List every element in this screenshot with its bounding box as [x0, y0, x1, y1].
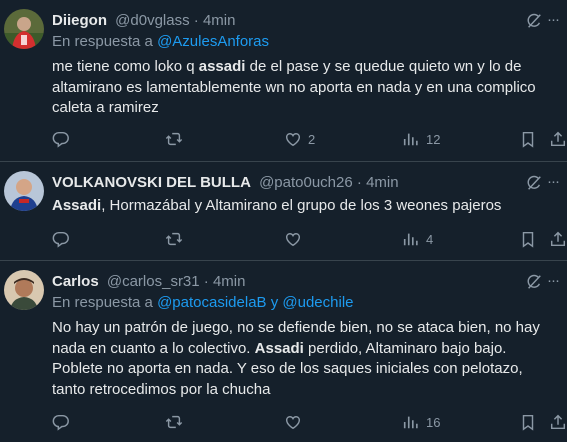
retweet-button[interactable]	[165, 129, 183, 149]
retweet-button[interactable]	[165, 412, 183, 432]
more-options-icon[interactable]: ···	[547, 172, 561, 192]
like-button[interactable]: 2	[284, 129, 315, 149]
share-button[interactable]	[549, 129, 567, 149]
more-options-icon[interactable]: ···	[547, 271, 561, 291]
more-options-icon[interactable]: ···	[547, 10, 561, 30]
share-icon	[550, 231, 566, 247]
bookmark-icon	[522, 414, 534, 431]
like-button[interactable]	[284, 229, 302, 249]
reply-icon	[52, 231, 69, 248]
grok-icon[interactable]	[525, 12, 543, 30]
highlighted-term: assadi	[198, 58, 246, 75]
reply-icon	[52, 131, 69, 148]
avatar[interactable]	[4, 9, 44, 49]
timestamp[interactable]: 4min	[366, 174, 399, 191]
views-button[interactable]: 12	[402, 129, 440, 149]
views-icon	[403, 416, 418, 429]
share-icon	[550, 414, 566, 430]
tweet-text-part: , Hormazábal y Altamirano el grupo de lo…	[101, 197, 502, 214]
reply-mention[interactable]: @udechile	[282, 294, 353, 311]
heart-icon	[285, 233, 301, 247]
display-name[interactable]: Carlos	[52, 273, 99, 290]
reply-prefix: En respuesta a	[52, 33, 153, 50]
bookmark-button[interactable]	[519, 229, 537, 249]
tweet-text: Assadi, Hormazábal y Altamirano el grupo…	[52, 196, 555, 217]
share-button[interactable]	[549, 229, 567, 249]
tweet-header: Diiegon @d0vglass · 4min	[52, 11, 567, 31]
reply-button[interactable]	[52, 129, 70, 149]
avatar[interactable]	[4, 270, 44, 310]
tweet-actions: 4	[52, 229, 567, 249]
share-icon	[550, 131, 566, 147]
share-button[interactable]	[549, 412, 567, 432]
tweet[interactable]: VOLKANOVSKI DEL BULLA @pato0uch26 · 4min…	[0, 162, 567, 261]
separator-dot: ·	[203, 273, 209, 290]
reply-button[interactable]	[52, 412, 70, 432]
tweet-text: No hay un patrón de juego, no se defiend…	[52, 318, 555, 400]
grok-icon[interactable]	[525, 273, 543, 291]
view-count: 4	[426, 231, 434, 247]
tweet[interactable]: Diiegon @d0vglass · 4min ··· En respuest…	[0, 0, 567, 162]
user-handle[interactable]: @pato0uch26	[259, 174, 353, 191]
views-button[interactable]: 16	[402, 412, 440, 432]
view-count: 16	[426, 414, 441, 430]
timestamp[interactable]: 4min	[203, 12, 236, 29]
bookmark-button[interactable]	[519, 412, 537, 432]
tweet-text-part: me tiene como loko q	[52, 58, 199, 75]
tweet-text: me tiene como loko q assadi de el pase y…	[52, 57, 555, 119]
reply-button[interactable]	[52, 229, 70, 249]
highlighted-term: Assadi	[52, 197, 102, 214]
tweet-header: Carlos @carlos_sr31 · 4min	[52, 272, 567, 292]
retweet-button[interactable]	[165, 229, 183, 249]
retweet-icon	[165, 415, 183, 429]
bookmark-icon	[522, 231, 534, 248]
tweet-actions: 2 12	[52, 129, 567, 149]
heart-icon	[285, 416, 301, 430]
views-icon	[403, 133, 418, 146]
reply-conjunction: y	[270, 294, 279, 311]
bookmark-button[interactable]	[519, 129, 537, 149]
reply-mention[interactable]: @patocasidelaB	[157, 294, 266, 311]
retweet-icon	[165, 232, 183, 246]
grok-icon[interactable]	[525, 174, 543, 192]
display-name[interactable]: VOLKANOVSKI DEL BULLA	[52, 174, 251, 191]
reply-context: En respuesta a @AzulesAnforas	[52, 32, 269, 52]
view-count: 12	[426, 131, 441, 147]
tweet-actions: 16	[52, 412, 567, 432]
like-button[interactable]	[284, 412, 302, 432]
separator-dot: ·	[356, 174, 362, 191]
display-name[interactable]: Diiegon	[52, 12, 107, 29]
views-button[interactable]: 4	[402, 229, 433, 249]
bookmark-icon	[522, 131, 534, 148]
reply-mention[interactable]: @AzulesAnforas	[157, 33, 269, 50]
user-handle[interactable]: @carlos_sr31	[107, 273, 200, 290]
retweet-icon	[165, 132, 183, 146]
reply-prefix: En respuesta a	[52, 294, 153, 311]
separator-dot: ·	[193, 12, 199, 29]
heart-icon	[285, 133, 301, 147]
avatar[interactable]	[4, 171, 44, 211]
timestamp[interactable]: 4min	[213, 273, 246, 290]
views-icon	[403, 233, 418, 246]
reply-context: En respuesta a @patocasidelaB y @udechil…	[52, 293, 354, 313]
reply-icon	[52, 414, 69, 431]
user-handle[interactable]: @d0vglass	[115, 12, 189, 29]
highlighted-term: Assadi	[254, 339, 304, 357]
like-count: 2	[308, 131, 316, 147]
tweet-header: VOLKANOVSKI DEL BULLA @pato0uch26 · 4min	[52, 173, 567, 193]
tweet[interactable]: Carlos @carlos_sr31 · 4min ··· En respue…	[0, 261, 567, 442]
